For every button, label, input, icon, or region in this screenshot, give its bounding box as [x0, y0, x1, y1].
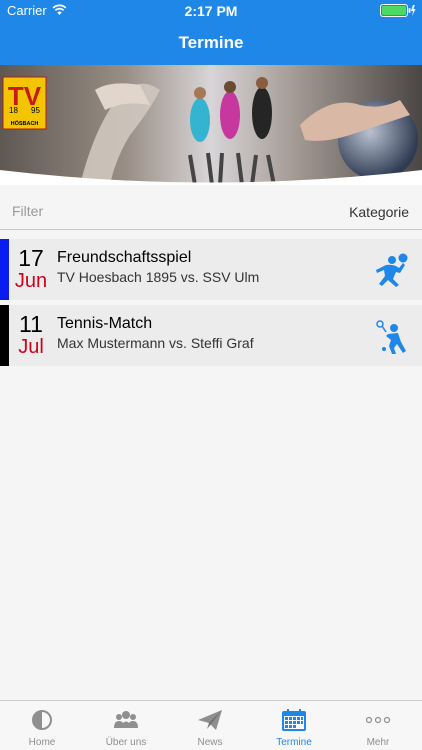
event-subtitle: TV Hoesbach 1895 vs. SSV Ulm — [57, 269, 260, 285]
tennis-icon — [376, 320, 406, 354]
event-title: Tennis-Match — [57, 315, 153, 332]
event-day: 17 — [18, 245, 44, 271]
filter-bar: Kategorie — [0, 196, 422, 230]
status-bar: Carrier 2:17 PM — [0, 0, 422, 22]
home-icon — [32, 710, 52, 730]
event-subtitle: Max Mustermann vs. Steffi Graf — [57, 335, 254, 351]
header-banner: TV 18 95 HÖSBACH — [0, 65, 422, 185]
calendar-icon — [282, 709, 306, 731]
category-color-bar — [0, 305, 9, 366]
tab-bar: Home Über uns News Termine Mehr — [0, 700, 422, 750]
tab-home[interactable]: Home — [0, 701, 84, 750]
tab-more-label: Mehr — [366, 737, 390, 748]
tab-more[interactable]: Mehr — [336, 701, 420, 750]
event-row[interactable]: 17 Jun Freundschaftsspiel TV Hoesbach 18… — [0, 239, 422, 300]
event-day: 11 — [19, 311, 43, 337]
svg-text:HÖSBACH: HÖSBACH — [11, 120, 39, 127]
handball-icon — [376, 253, 408, 287]
tab-termine[interactable]: Termine — [252, 701, 336, 750]
filter-input[interactable] — [12, 203, 272, 219]
club-logo: TV 18 95 HÖSBACH — [2, 76, 47, 130]
group-icon — [114, 711, 138, 728]
event-row[interactable]: 11 Jul Tennis-Match Max Mustermann vs. S… — [0, 305, 422, 366]
page-title: Termine — [178, 33, 244, 52]
category-color-bar — [0, 239, 9, 300]
event-month: Jul — [18, 336, 44, 358]
tab-home-label: Home — [28, 737, 56, 748]
battery-icon — [380, 4, 416, 17]
event-month: Jun — [14, 270, 48, 292]
category-button[interactable]: Kategorie — [349, 204, 409, 220]
tab-news[interactable]: News — [168, 701, 252, 750]
svg-text:18: 18 — [9, 106, 18, 115]
event-title: Freundschaftsspiel — [57, 249, 192, 266]
banner-image: TV 18 95 HÖSBACH — [0, 65, 422, 185]
tab-about[interactable]: Über uns — [84, 701, 168, 750]
svg-text:95: 95 — [31, 106, 40, 115]
navigation-bar: Carrier 2:17 PM Termine — [0, 0, 422, 65]
tab-termine-label: Termine — [276, 737, 312, 748]
tab-about-label: Über uns — [105, 737, 147, 748]
more-icon — [365, 716, 391, 724]
paper-plane-icon — [198, 710, 222, 730]
status-time: 2:17 PM — [184, 3, 238, 19]
tab-news-label: News — [197, 737, 223, 748]
